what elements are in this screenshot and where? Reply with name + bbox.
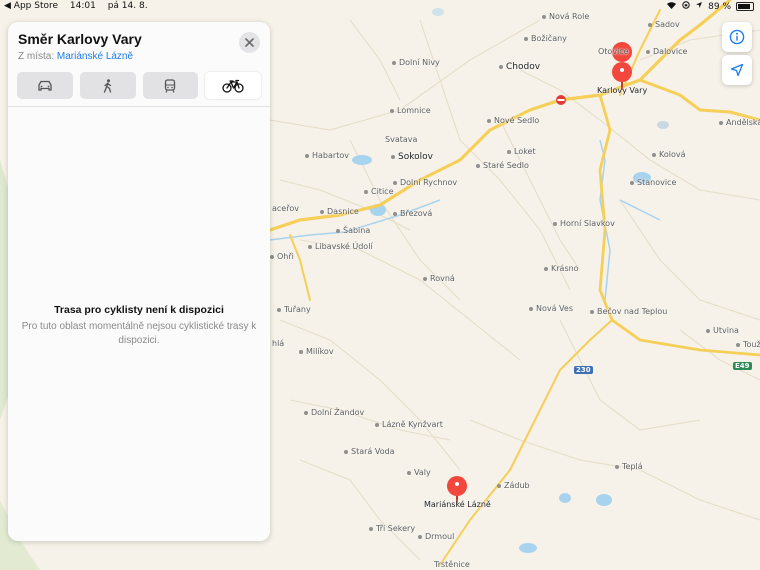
place-tri-sekery: Tři Sekery bbox=[369, 524, 415, 533]
no-route-body: Pro tuto oblast momentálně nejsou cyklis… bbox=[21, 321, 257, 346]
place-dolni-zandov: Dolní Žandov bbox=[304, 408, 364, 417]
place-milikov: Milíkov bbox=[299, 347, 334, 356]
place-becov: Bečov nad Teplou bbox=[590, 307, 667, 316]
location-services-icon bbox=[695, 1, 703, 12]
place-stanovice: Stanovice bbox=[630, 178, 676, 187]
mode-transit-button[interactable] bbox=[142, 72, 199, 99]
transit-icon bbox=[165, 78, 176, 93]
map-info-button[interactable] bbox=[722, 22, 752, 52]
place-libavske-udoli: Libavské Údolí bbox=[308, 242, 373, 251]
place-karlovy-vary: Karlovy Vary bbox=[597, 86, 648, 95]
place-utvina: Utvina bbox=[706, 326, 739, 335]
place-stare-sedlo: Staré Sedlo bbox=[476, 161, 529, 170]
place-nove-sedlo: Nové Sedlo bbox=[487, 116, 539, 125]
place-andelska-hora: Andělská H bbox=[719, 118, 760, 127]
place-loket: Loket bbox=[507, 147, 536, 156]
status-time: 14:01 bbox=[69, 1, 96, 11]
place-marianske-lazne: Mariánské Lázně bbox=[424, 500, 491, 509]
route-shield-e49: E49 bbox=[733, 362, 752, 370]
place-valy: Valy bbox=[407, 468, 431, 477]
bike-icon bbox=[222, 79, 244, 93]
place-lazne-kynzvart: Lázně Kynžvart bbox=[375, 420, 443, 429]
place-kacerov: aceřov bbox=[272, 204, 299, 213]
origin-line: Z místa: Mariánské Lázně bbox=[18, 51, 133, 62]
place-dasnice: Dasnice bbox=[320, 207, 359, 216]
info-icon bbox=[729, 29, 745, 45]
directions-panel: Směr Karlovy Vary Z místa: Mariánské Láz… bbox=[8, 22, 270, 541]
panel-divider bbox=[8, 106, 270, 107]
place-sadov: Sadov bbox=[648, 20, 680, 29]
close-button[interactable] bbox=[239, 32, 260, 53]
car-icon bbox=[38, 80, 52, 91]
back-to-app-store[interactable]: ◀ App Store bbox=[4, 1, 58, 11]
place-zadub: Zádub bbox=[497, 481, 530, 490]
place-citice: Citice bbox=[364, 187, 394, 196]
place-trstenice: Trstěnice bbox=[434, 560, 470, 569]
place-hla: hlá bbox=[272, 339, 285, 348]
location-arrow-icon bbox=[730, 63, 744, 77]
mode-car-button[interactable] bbox=[17, 72, 73, 99]
place-kolova: Kolová bbox=[652, 150, 686, 159]
place-habartov: Habartov bbox=[305, 151, 349, 160]
origin-link[interactable]: Mariánské Lázně bbox=[57, 51, 133, 62]
place-sokolov: Sokolov bbox=[391, 152, 433, 162]
place-rovna: Rovná bbox=[423, 274, 455, 283]
mode-walk-button[interactable] bbox=[79, 72, 136, 99]
no-route-message: Trasa pro cyklisty není k dispozici Pro … bbox=[8, 304, 270, 348]
place-touz: Touž bbox=[736, 340, 760, 349]
place-dolni-nivy: Dolní Nivy bbox=[392, 58, 440, 67]
mode-bike-button[interactable] bbox=[205, 72, 261, 99]
panel-title: Směr Karlovy Vary bbox=[18, 31, 142, 47]
walk-icon bbox=[103, 78, 111, 93]
place-turany: Tuřany bbox=[277, 305, 311, 314]
place-horni-slavkov: Horní Slavkov bbox=[553, 219, 615, 228]
place-ohri: Ohři bbox=[270, 252, 294, 261]
no-route-title: Trasa pro cyklisty není k dispozici bbox=[54, 304, 224, 316]
orientation-lock-icon bbox=[682, 1, 690, 12]
from-prefix: Z místa: bbox=[18, 51, 55, 62]
place-svatava: Svatava bbox=[385, 135, 418, 144]
transport-mode-selector bbox=[17, 72, 261, 99]
place-brezova: Březová bbox=[393, 209, 432, 218]
place-stara-voda: Stará Voda bbox=[344, 447, 395, 456]
place-lomnice: Lomnice bbox=[390, 106, 431, 115]
place-tepla: Teplá bbox=[615, 462, 643, 471]
place-sabina: Šabina bbox=[336, 226, 370, 235]
battery-icon bbox=[736, 2, 754, 11]
place-krasno: Krásno bbox=[544, 264, 579, 273]
status-date: pá 14. 8. bbox=[107, 1, 148, 11]
place-otovice: Otovice bbox=[598, 47, 629, 56]
place-drmoul: Drmoul bbox=[418, 532, 454, 541]
locate-me-button[interactable] bbox=[722, 55, 752, 85]
place-bozicany: Božičany bbox=[524, 34, 567, 43]
status-bar: ◀ App Store 14:01 pá 14. 8. 89 % bbox=[0, 0, 760, 14]
route-shield-230: 230 bbox=[574, 366, 593, 374]
close-icon bbox=[245, 38, 254, 47]
battery-percent: 89 % bbox=[708, 1, 731, 12]
place-chodov: Chodov bbox=[499, 62, 540, 72]
place-dolni-rychnov: Dolní Rychnov bbox=[393, 178, 457, 187]
place-nova-ves: Nová Ves bbox=[529, 304, 573, 313]
wifi-icon bbox=[666, 1, 677, 12]
place-dalovice: Dalovice bbox=[646, 47, 687, 56]
